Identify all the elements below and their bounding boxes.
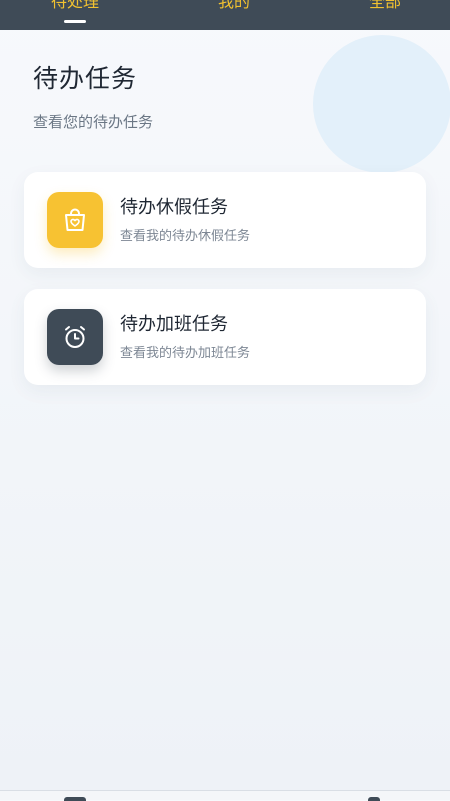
page-subtitle: 查看您的待办任务: [33, 113, 154, 131]
leave-task-title: 待办休假任务: [120, 197, 228, 218]
decorative-circle: [313, 35, 450, 173]
top-tab-bar: 待处理 我的 全部: [0, 0, 450, 30]
tab-pending[interactable]: 待处理: [51, 0, 99, 30]
bottom-nav-icon-right[interactable]: [368, 797, 380, 801]
overtime-task-desc: 查看我的待办加班任务: [120, 346, 251, 361]
tab-pending-label: 待处理: [51, 0, 100, 11]
tab-mine-label: 我的: [217, 0, 250, 11]
bottom-nav-icon-left[interactable]: [64, 797, 86, 801]
leave-task-card[interactable]: 待办休假任务 查看我的待办休假任务: [24, 172, 426, 268]
overtime-task-title: 待办加班任务: [120, 314, 228, 335]
shopping-bag-heart-icon: [47, 192, 103, 248]
page-title: 待办任务: [33, 64, 138, 93]
tab-all-label: 全部: [368, 0, 401, 11]
bottom-nav-bar: [0, 790, 450, 801]
tab-mine[interactable]: 我的: [218, 0, 250, 30]
leave-task-desc: 查看我的待办休假任务: [120, 229, 251, 244]
alarm-clock-icon: [47, 309, 103, 365]
overtime-task-card[interactable]: 待办加班任务 查看我的待办加班任务: [24, 289, 426, 385]
tab-all[interactable]: 全部: [369, 0, 401, 30]
active-tab-indicator: [64, 20, 86, 23]
